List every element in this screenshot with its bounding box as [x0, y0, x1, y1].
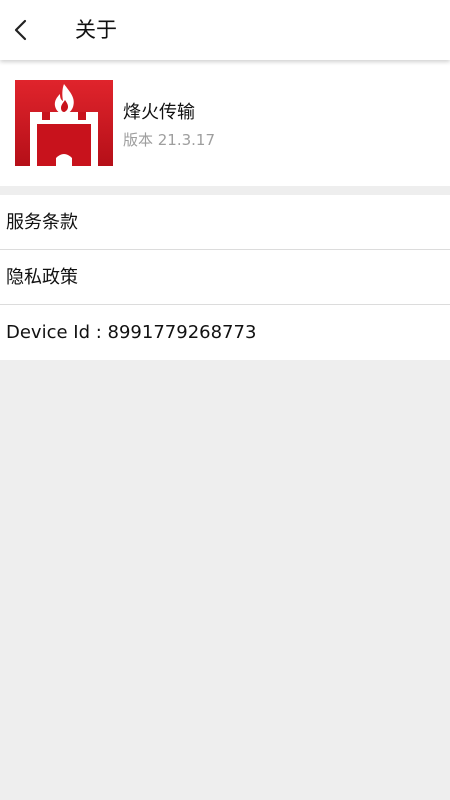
- about-screen: 关于 烽火传输 版本 21.3.17 服务条款 隐私政策 Device Id:…: [0, 0, 450, 800]
- chevron-left-icon: [12, 18, 28, 42]
- fire-tower-logo: [15, 80, 113, 166]
- app-version: 版本 21.3.17: [123, 131, 216, 149]
- settings-list: 服务条款 隐私政策 Device Id : 8991779268773: [0, 195, 450, 360]
- back-button[interactable]: [0, 0, 40, 60]
- privacy-policy-item[interactable]: 隐私政策: [0, 250, 450, 305]
- app-name: 烽火传输: [123, 102, 195, 123]
- app-bar: 关于: [0, 0, 450, 60]
- app-info-card: 烽火传输 版本 21.3.17: [0, 60, 450, 186]
- page-title: 关于: [75, 18, 117, 42]
- device-id-text: Device Id : 8991779268773: [6, 322, 257, 343]
- terms-of-service-item[interactable]: 服务条款: [0, 195, 450, 250]
